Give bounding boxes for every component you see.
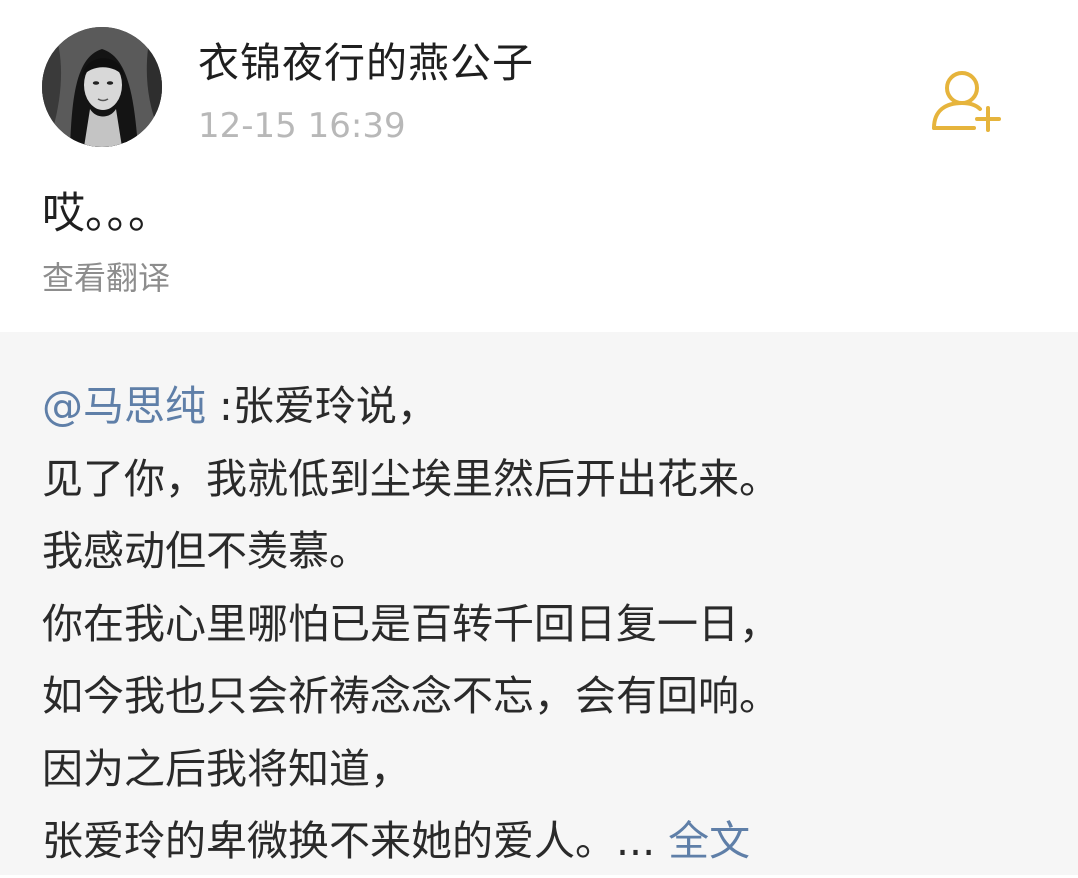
repost-line: 见了你，我就低到尘埃里然后开出花来。	[42, 454, 780, 503]
repost-line: @马思纯 :张爱玲说，	[42, 370, 780, 443]
post-timestamp: 12-15 16:39	[198, 106, 406, 146]
repost-last-line-text: 张爱玲的卑微换不来她的爱人。...	[42, 817, 669, 865]
repost-line: 我感动但不羡慕。	[42, 527, 370, 575]
avatar[interactable]	[42, 27, 162, 147]
repost-line: 如今我也只会祈祷念念不忘，会有回响。	[42, 672, 780, 720]
avatar-portrait-icon	[42, 27, 162, 147]
repost-line: 你在我心里哪怕已是百转千回日复一日，	[42, 599, 780, 648]
post-text: 哎。。。	[42, 189, 171, 239]
repost-first-line-text: :张爱玲说，	[206, 382, 438, 430]
follow-button[interactable]	[930, 68, 1006, 134]
full-text-link[interactable]: 全文	[668, 817, 750, 865]
add-user-icon	[932, 71, 1001, 132]
reposted-content[interactable]: @马思纯 :张爱玲说， 见了你，我就低到尘埃里然后开出花来。 我感动但不羡慕。 …	[0, 332, 1078, 875]
repost-body: @马思纯 :张爱玲说， 见了你，我就低到尘埃里然后开出花来。 我感动但不羡慕。 …	[42, 370, 780, 878]
repost-line: 因为之后我将知道，	[42, 744, 411, 793]
repost-line: 张爱玲的卑微换不来她的爱人。... 全文	[42, 805, 780, 878]
weibo-post: 衣锦夜行的燕公子 12-15 16:39 哎。。。 查看翻译	[0, 0, 1078, 332]
user-mention-link[interactable]: @马思纯	[42, 382, 206, 430]
translate-link[interactable]: 查看翻译	[42, 256, 170, 300]
username[interactable]: 衣锦夜行的燕公子	[198, 36, 534, 90]
